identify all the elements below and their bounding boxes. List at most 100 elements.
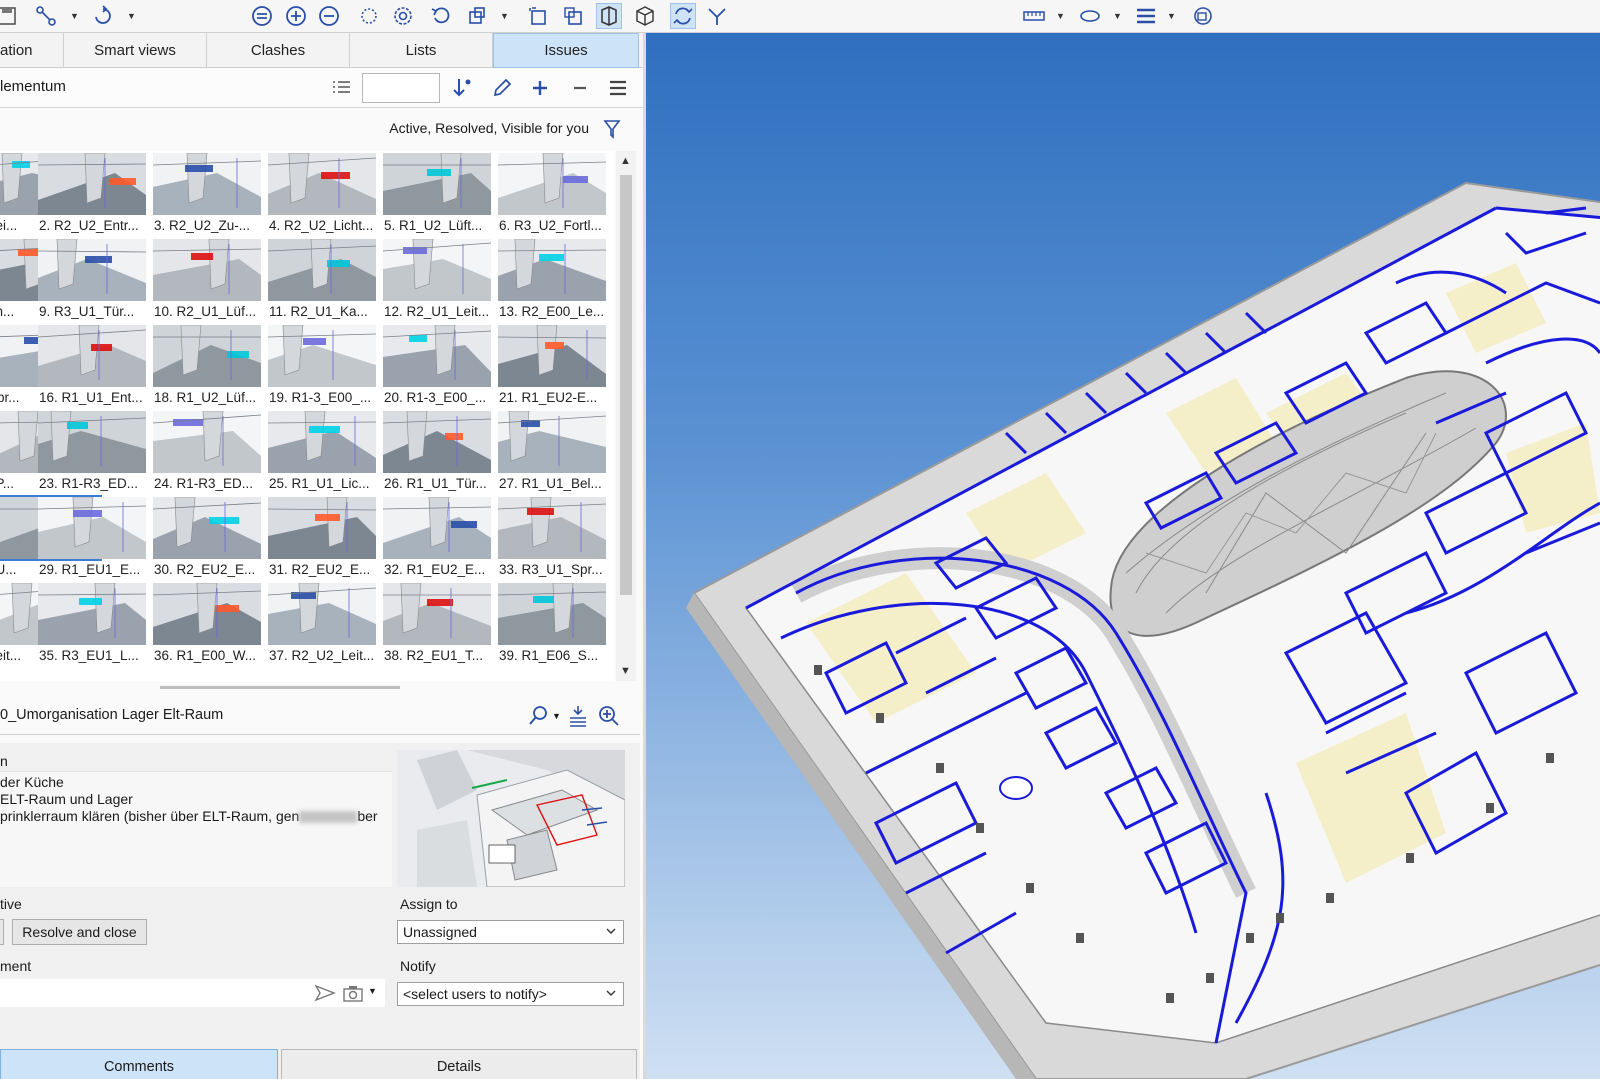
issue-thumbnail[interactable]: 39. R1_E06_S... <box>498 581 610 666</box>
issue-thumbnail[interactable]: 26. R1_U1_Tür... <box>383 409 495 494</box>
zoom-in-icon[interactable] <box>283 3 309 29</box>
chevron-down-icon[interactable]: ▼ <box>70 9 79 23</box>
send-icon[interactable] <box>314 984 336 1002</box>
undo-icon[interactable] <box>428 3 454 29</box>
iso-cube-icon[interactable] <box>632 3 658 29</box>
tab-navigation[interactable]: ation <box>0 33 64 68</box>
building-model[interactable] <box>646 33 1600 1079</box>
rotate-icon[interactable] <box>670 3 696 29</box>
issue-thumbnail[interactable]: 23. R1-R3_ED... <box>38 409 150 494</box>
box-select-2-icon[interactable] <box>560 3 586 29</box>
chevron-down-icon[interactable]: ▼ <box>1113 9 1122 23</box>
chevron-down-icon[interactable]: ▼ <box>620 665 631 677</box>
save-icon[interactable] <box>0 3 20 29</box>
sort-icon[interactable] <box>450 76 474 100</box>
issue-thumbnail[interactable]: 25. R1_U1_Lic... <box>268 409 380 494</box>
filter-icon[interactable] <box>602 118 622 140</box>
issue-thumbnail[interactable]: 5. R1_U2_Lüft... <box>383 151 495 236</box>
issue-thumbnail[interactable]: 36. R1_E00_W... <box>153 581 265 666</box>
issue-thumbnail[interactable]: 12. R2_U1_Leit... <box>383 237 495 322</box>
issue-snapshot <box>38 411 146 473</box>
chevron-down-icon[interactable]: ▼ <box>552 711 561 721</box>
hide-icon[interactable] <box>1190 3 1216 29</box>
issue-caption: 21. R1_EU2-E... <box>499 390 598 405</box>
horizontal-scrollbar[interactable] <box>160 686 400 689</box>
main-toolbar: ▼ ▼ ▼ ▼ ▼ ▼ <box>0 0 1600 33</box>
list-view-icon[interactable] <box>330 76 354 100</box>
orbit-icon[interactable] <box>90 3 116 29</box>
issue-thumbnail[interactable]: 33. R3_U1_Spr... <box>498 495 610 580</box>
zoom-to-issue-icon[interactable] <box>597 704 621 728</box>
layers-icon[interactable] <box>1132 3 1160 29</box>
tab-issues[interactable]: Issues <box>493 33 639 68</box>
vertical-scrollbar[interactable]: ▲ ▼ <box>616 151 636 681</box>
issue-thumbnail[interactable]: 35. R3_EU1_L... <box>38 581 150 666</box>
zoom-out-icon[interactable] <box>316 3 342 29</box>
tab-lists[interactable]: Lists <box>350 33 493 68</box>
issue-snapshot-image[interactable] <box>397 750 625 887</box>
measure-icon[interactable] <box>1020 3 1048 29</box>
zoom-fit-icon[interactable] <box>249 3 275 29</box>
walk-icon[interactable] <box>704 3 730 29</box>
issue-thumbnail[interactable]: 4. R2_U2_Licht... <box>268 151 380 236</box>
status-button[interactable] <box>0 919 4 945</box>
chevron-up-icon[interactable]: ▲ <box>620 155 631 167</box>
issue-caption: 3. R2_U2_Zu-... <box>154 218 251 233</box>
tab-smart-views[interactable]: Smart views <box>64 33 207 68</box>
issue-thumbnail[interactable]: 29. R1_EU1_E... <box>38 495 150 580</box>
issue-search-input[interactable] <box>362 73 440 103</box>
issue-thumbnail[interactable]: 16. R1_U1_Ent... <box>38 323 150 408</box>
issue-thumbnail[interactable]: 30. R2_EU2_E... <box>153 495 265 580</box>
chevron-down-icon[interactable]: ▼ <box>1056 9 1065 23</box>
scrollbar-thumb[interactable] <box>620 175 632 595</box>
issue-thumbnail[interactable]: 21. R1_EU2-E... <box>498 323 610 408</box>
issue-thumbnail[interactable]: 3. R2_U2_Zu-... <box>153 151 265 236</box>
box-select-icon[interactable] <box>526 3 552 29</box>
path-icon[interactable] <box>33 3 59 29</box>
issue-caption: 5. R1_U2_Lüft... <box>384 218 483 233</box>
issue-thumbnail[interactable]: 2. R2_U2_Entr... <box>38 151 150 236</box>
chevron-down-icon[interactable]: ▼ <box>368 986 377 996</box>
issue-thumbnail[interactable]: 20. R1-3_E00_... <box>383 323 495 408</box>
issue-thumbnail[interactable]: 9. R3_U1_Tür... <box>38 237 150 322</box>
issue-thumbnail[interactable]: 38. R2_EU1_T... <box>383 581 495 666</box>
remove-issue-icon[interactable] <box>568 76 592 100</box>
issue-thumbnail[interactable]: 24. R1-R3_ED... <box>153 409 265 494</box>
resolve-and-close-button[interactable]: Resolve and close <box>12 919 147 945</box>
camera-icon[interactable] <box>342 983 364 1003</box>
issue-thumbnail[interactable]: 37. R2_U2_Leit... <box>268 581 380 666</box>
issue-thumbnail[interactable]: 6. R3_U2_Fortl... <box>498 151 610 236</box>
issue-caption: 24. R1-R3_ED... <box>154 476 254 491</box>
issue-thumbnail[interactable]: 31. R2_EU2_E... <box>268 495 380 580</box>
issue-caption: 19. R1-3_E00_... <box>269 390 372 405</box>
settings-icon[interactable] <box>390 3 416 29</box>
edit-icon[interactable] <box>490 76 514 100</box>
chevron-down-icon[interactable]: ▼ <box>1167 9 1176 23</box>
issue-thumbnail[interactable]: 32. R1_EU2_E... <box>383 495 495 580</box>
chevron-down-icon[interactable]: ▼ <box>500 9 509 23</box>
notify-select[interactable]: <select users to notify> <box>397 982 624 1006</box>
issue-thumbnail[interactable]: 13. R2_E00_Le... <box>498 237 610 322</box>
issue-thumbnail[interactable]: 19. R1-3_E00_... <box>268 323 380 408</box>
tab-clashes[interactable]: Clashes <box>207 33 350 68</box>
add-issue-icon[interactable] <box>528 76 552 100</box>
description-text[interactable]: der Küche ELT-Raum und Lager prinklerrau… <box>0 771 392 887</box>
tab-comments[interactable]: Comments <box>0 1049 278 1079</box>
issue-thumbnail[interactable]: 18. R1_U2_Lüf... <box>153 323 265 408</box>
3d-viewport[interactable] <box>646 33 1600 1079</box>
locate-icon[interactable] <box>526 704 550 728</box>
assign-to-select[interactable]: Unassigned <box>397 920 624 944</box>
issue-snapshot <box>38 325 146 387</box>
chevron-down-icon[interactable]: ▼ <box>127 9 136 23</box>
align-icon[interactable] <box>566 704 590 728</box>
issue-thumbnail[interactable]: 11. R2_U1_Ka... <box>268 237 380 322</box>
perspective-icon[interactable] <box>596 3 622 29</box>
menu-icon[interactable] <box>606 76 630 100</box>
section-icon[interactable] <box>356 3 382 29</box>
cube-icon[interactable] <box>464 3 490 29</box>
tab-details[interactable]: Details <box>281 1049 637 1079</box>
tab-label: Details <box>436 1059 482 1075</box>
issue-thumbnail[interactable]: 27. R1_U1_Bel... <box>498 409 610 494</box>
ellipse-icon[interactable] <box>1076 3 1104 29</box>
issue-thumbnail[interactable]: 10. R2_U1_Lüf... <box>153 237 265 322</box>
